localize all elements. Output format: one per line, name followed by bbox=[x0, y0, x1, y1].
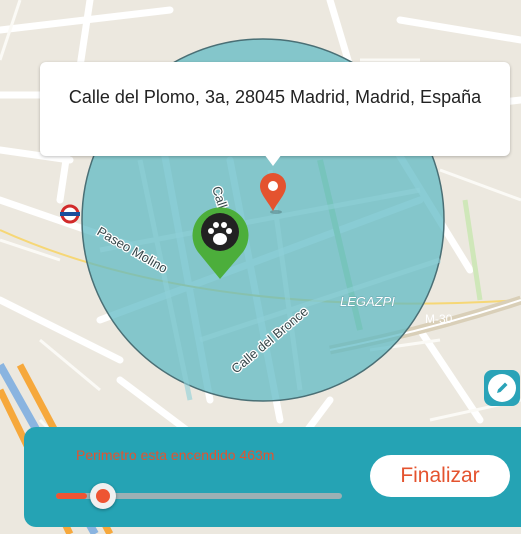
label-m30: M-30 bbox=[425, 312, 453, 326]
address-text: Calle del Plomo, 3a, 28045 Madrid, Madri… bbox=[68, 86, 482, 107]
perimeter-radius-slider[interactable] bbox=[56, 481, 342, 511]
metro-icon bbox=[60, 204, 80, 224]
slider-thumb[interactable] bbox=[90, 483, 116, 509]
perimeter-status-text: Perimetro esta encendido 463m bbox=[76, 447, 275, 463]
perimeter-panel: Perimetro esta encendido 463m Finalizar bbox=[24, 427, 521, 527]
slider-thumb-dot bbox=[96, 489, 110, 503]
slider-fill bbox=[56, 493, 87, 499]
pencil-icon bbox=[488, 374, 516, 402]
callout-tail bbox=[264, 154, 282, 166]
finish-button[interactable]: Finalizar bbox=[370, 455, 510, 497]
label-legazpi: LEGAZPI bbox=[340, 294, 395, 309]
address-callout: Calle del Plomo, 3a, 28045 Madrid, Madri… bbox=[40, 62, 510, 156]
edit-perimeter-button[interactable] bbox=[484, 370, 520, 406]
